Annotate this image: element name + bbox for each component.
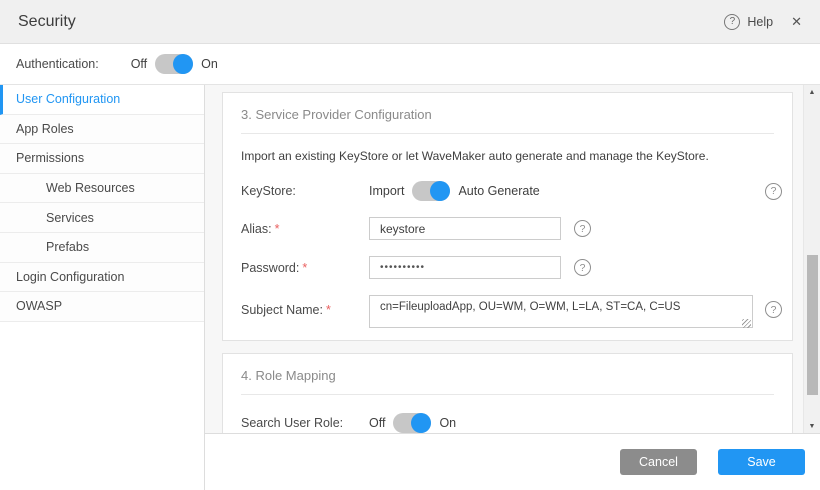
subject-name-label: Subject Name:*: [241, 295, 369, 317]
authentication-bar: Authentication: Off On: [0, 44, 820, 85]
keystore-toggle[interactable]: [412, 181, 450, 201]
keystore-toggle-group: Import Auto Generate: [369, 181, 540, 201]
keystore-help-icon[interactable]: ?: [765, 183, 782, 200]
keystore-auto-generate-label: Auto Generate: [458, 184, 539, 198]
password-row: Password:* ?: [241, 256, 774, 279]
authentication-toggle-group: Off On: [131, 54, 218, 74]
subject-name-help-icon[interactable]: ?: [765, 301, 782, 318]
section-title-service-provider: 3. Service Provider Configuration: [241, 107, 774, 122]
title-bar-actions: ? Help ✕: [724, 14, 802, 30]
alias-label-text: Alias:: [241, 222, 272, 236]
subject-name-textarea[interactable]: cn=FileuploadApp, OU=WM, O=WM, L=LA, ST=…: [369, 295, 753, 328]
toggle-knob: [430, 181, 450, 201]
help-icon[interactable]: ?: [724, 14, 740, 30]
scroll-up-icon[interactable]: ▲: [804, 86, 820, 98]
alias-input[interactable]: [369, 217, 561, 240]
keystore-label: KeyStore:: [241, 184, 369, 198]
sidebar-item-user-configuration[interactable]: User Configuration: [0, 85, 204, 115]
required-asterisk: *: [275, 222, 280, 236]
required-asterisk: *: [302, 261, 307, 275]
keystore-description: Import an existing KeyStore or let WaveM…: [241, 149, 774, 163]
section-divider: [241, 394, 774, 395]
subject-name-textarea-wrap: cn=FileuploadApp, OU=WM, O=WM, L=LA, ST=…: [369, 295, 753, 331]
alias-help-icon[interactable]: ?: [574, 220, 591, 237]
search-user-role-label: Search User Role:: [241, 416, 369, 430]
authentication-off-label: Off: [131, 57, 147, 71]
page-title: Security: [18, 13, 76, 31]
service-provider-configuration-section: 3. Service Provider Configuration Import…: [222, 92, 793, 341]
authentication-on-label: On: [201, 57, 218, 71]
search-user-role-toggle-group: Off On: [369, 413, 456, 433]
sidebar-nav: User Configuration App Roles Permissions…: [0, 85, 205, 490]
password-label: Password:*: [241, 261, 369, 275]
sidebar-item-owasp[interactable]: OWASP: [0, 292, 204, 322]
search-user-role-row: Search User Role: Off On: [241, 413, 774, 433]
title-bar: Security ? Help ✕: [0, 0, 820, 44]
section-divider: [241, 133, 774, 134]
password-label-text: Password:: [241, 261, 299, 275]
sidebar-item-permissions[interactable]: Permissions: [0, 144, 204, 174]
keystore-row: KeyStore: Import Auto Generate ?: [241, 181, 774, 201]
search-user-role-on-label: On: [439, 416, 456, 430]
alias-label: Alias:*: [241, 222, 369, 236]
sidebar-item-prefabs[interactable]: Prefabs: [0, 233, 204, 263]
section-title-role-mapping: 4. Role Mapping: [241, 368, 774, 383]
main-content: 3. Service Provider Configuration Import…: [205, 85, 820, 433]
required-asterisk: *: [326, 303, 331, 317]
authentication-label: Authentication:: [16, 57, 99, 71]
help-link[interactable]: Help: [747, 15, 773, 29]
subject-name-row: Subject Name:* cn=FileuploadApp, OU=WM, …: [241, 295, 774, 331]
sidebar-item-app-roles[interactable]: App Roles: [0, 115, 204, 145]
save-button[interactable]: Save: [718, 449, 805, 475]
sidebar-item-web-resources[interactable]: Web Resources: [0, 174, 204, 204]
toggle-knob: [411, 413, 431, 433]
sidebar-item-login-configuration[interactable]: Login Configuration: [0, 263, 204, 293]
password-input[interactable]: [369, 256, 561, 279]
authentication-toggle[interactable]: [155, 54, 193, 74]
subject-name-label-text: Subject Name:: [241, 303, 323, 317]
role-mapping-section: 4. Role Mapping Search User Role: Off On: [222, 353, 793, 433]
alias-row: Alias:* ?: [241, 217, 774, 240]
password-help-icon[interactable]: ?: [574, 259, 591, 276]
search-user-role-toggle[interactable]: [393, 413, 431, 433]
footer-action-bar: Cancel Save: [205, 433, 820, 490]
search-user-role-off-label: Off: [369, 416, 385, 430]
scroll-down-icon[interactable]: ▼: [804, 420, 820, 432]
cancel-button[interactable]: Cancel: [620, 449, 697, 475]
vertical-scrollbar[interactable]: ▲ ▼: [803, 85, 820, 433]
toggle-knob: [173, 54, 193, 74]
close-icon[interactable]: ✕: [791, 14, 802, 30]
sidebar-item-services[interactable]: Services: [0, 203, 204, 233]
keystore-import-label: Import: [369, 184, 404, 198]
resize-grip-icon[interactable]: [742, 319, 751, 328]
scrollbar-thumb[interactable]: [807, 255, 818, 395]
